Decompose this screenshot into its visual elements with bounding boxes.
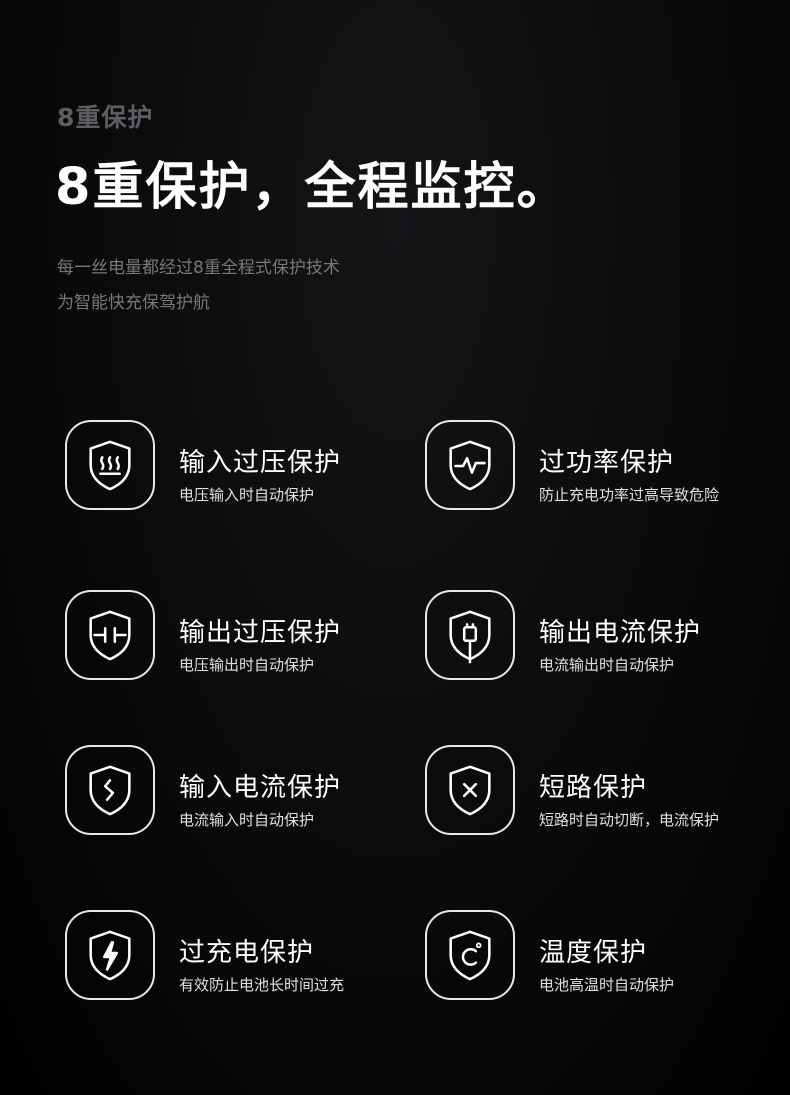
feature-temperature: 温度保护 电池高温时自动保护 (425, 910, 765, 1010)
feature-subtitle: 电压输出时自动保护 (179, 656, 315, 674)
feature-short-circuit: 短路保护 短路时自动切断，电流保护 (425, 745, 765, 845)
feature-output-overvoltage: 输出过压保护 电压输出时自动保护 (65, 590, 405, 690)
bolt-shield-icon (65, 910, 155, 1000)
feature-subtitle: 短路时自动切断，电流保护 (539, 811, 720, 829)
feature-title: 输入电流保护 (179, 773, 342, 803)
page-headline: 8重保护，全程监控。 (55, 158, 570, 217)
feature-input-current: 输入电流保护 电流输入时自动保护 (65, 745, 405, 845)
feature-subtitle: 电流输出时自动保护 (539, 656, 675, 674)
feature-title: 过充电保护 (179, 938, 315, 968)
celsius-shield-icon (425, 910, 515, 1000)
feature-output-current: 输出电流保护 电流输出时自动保护 (425, 590, 765, 690)
heat-shield-icon (65, 420, 155, 510)
feature-title: 过功率保护 (539, 448, 675, 478)
feature-input-overvoltage: 输入过压保护 电压输入时自动保护 (65, 420, 405, 520)
feature-subtitle: 有效防止电池长时间过充 (179, 976, 345, 994)
feature-overcharge: 过充电保护 有效防止电池长时间过充 (65, 910, 405, 1010)
feature-title: 温度保护 (539, 938, 648, 968)
description-line-2: 为智能快充保驾护航 (57, 293, 210, 313)
wave-shield-icon (65, 745, 155, 835)
capacitor-shield-icon (65, 590, 155, 680)
description-line-1: 每一丝电量都经过8重全程式保护技术 (57, 258, 340, 278)
feature-subtitle: 防止充电功率过高导致危险 (539, 486, 720, 504)
feature-overpower: 过功率保护 防止充电功率过高导致危险 (425, 420, 765, 520)
feature-subtitle: 电流输入时自动保护 (179, 811, 315, 829)
feature-title: 输出电流保护 (539, 618, 702, 648)
eyebrow-title: 8重保护 (57, 103, 154, 132)
feature-title: 输出过压保护 (179, 618, 342, 648)
pulse-shield-icon (425, 420, 515, 510)
plug-shield-icon (425, 590, 515, 680)
feature-title: 输入过压保护 (179, 448, 342, 478)
feature-subtitle: 电池高温时自动保护 (539, 976, 675, 994)
feature-title: 短路保护 (539, 773, 648, 803)
description: 每一丝电量都经过8重全程式保护技术 为智能快充保驾护航 (57, 251, 340, 321)
x-shield-icon (425, 745, 515, 835)
feature-subtitle: 电压输入时自动保护 (179, 486, 315, 504)
